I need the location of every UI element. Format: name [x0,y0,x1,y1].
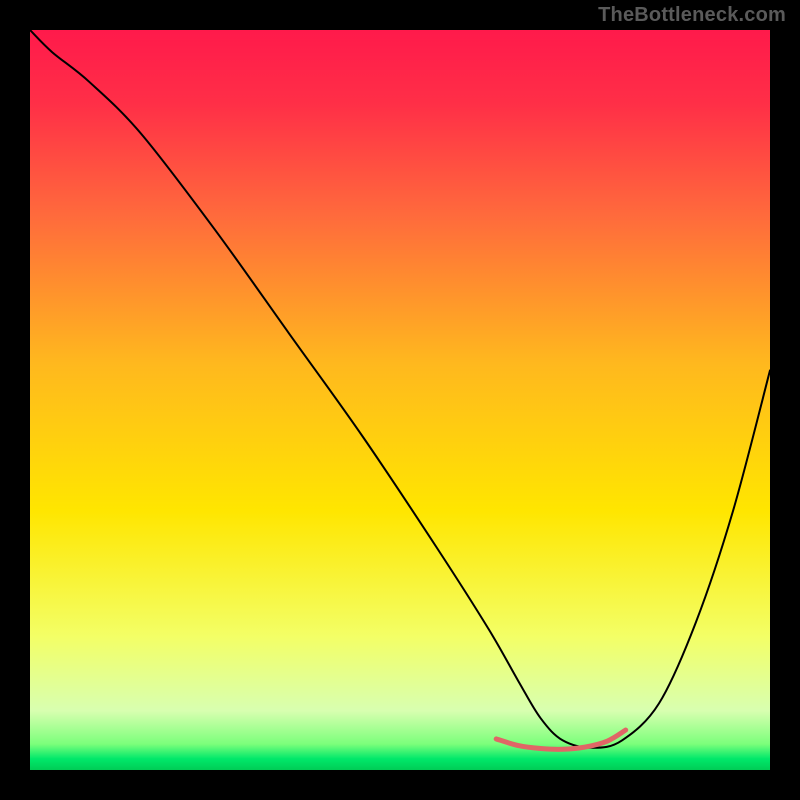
plot-area [30,30,770,770]
plot-svg [30,30,770,770]
watermark-text: TheBottleneck.com [598,4,786,27]
plot-background [30,30,770,770]
chart-stage: TheBottleneck.com [0,0,800,800]
